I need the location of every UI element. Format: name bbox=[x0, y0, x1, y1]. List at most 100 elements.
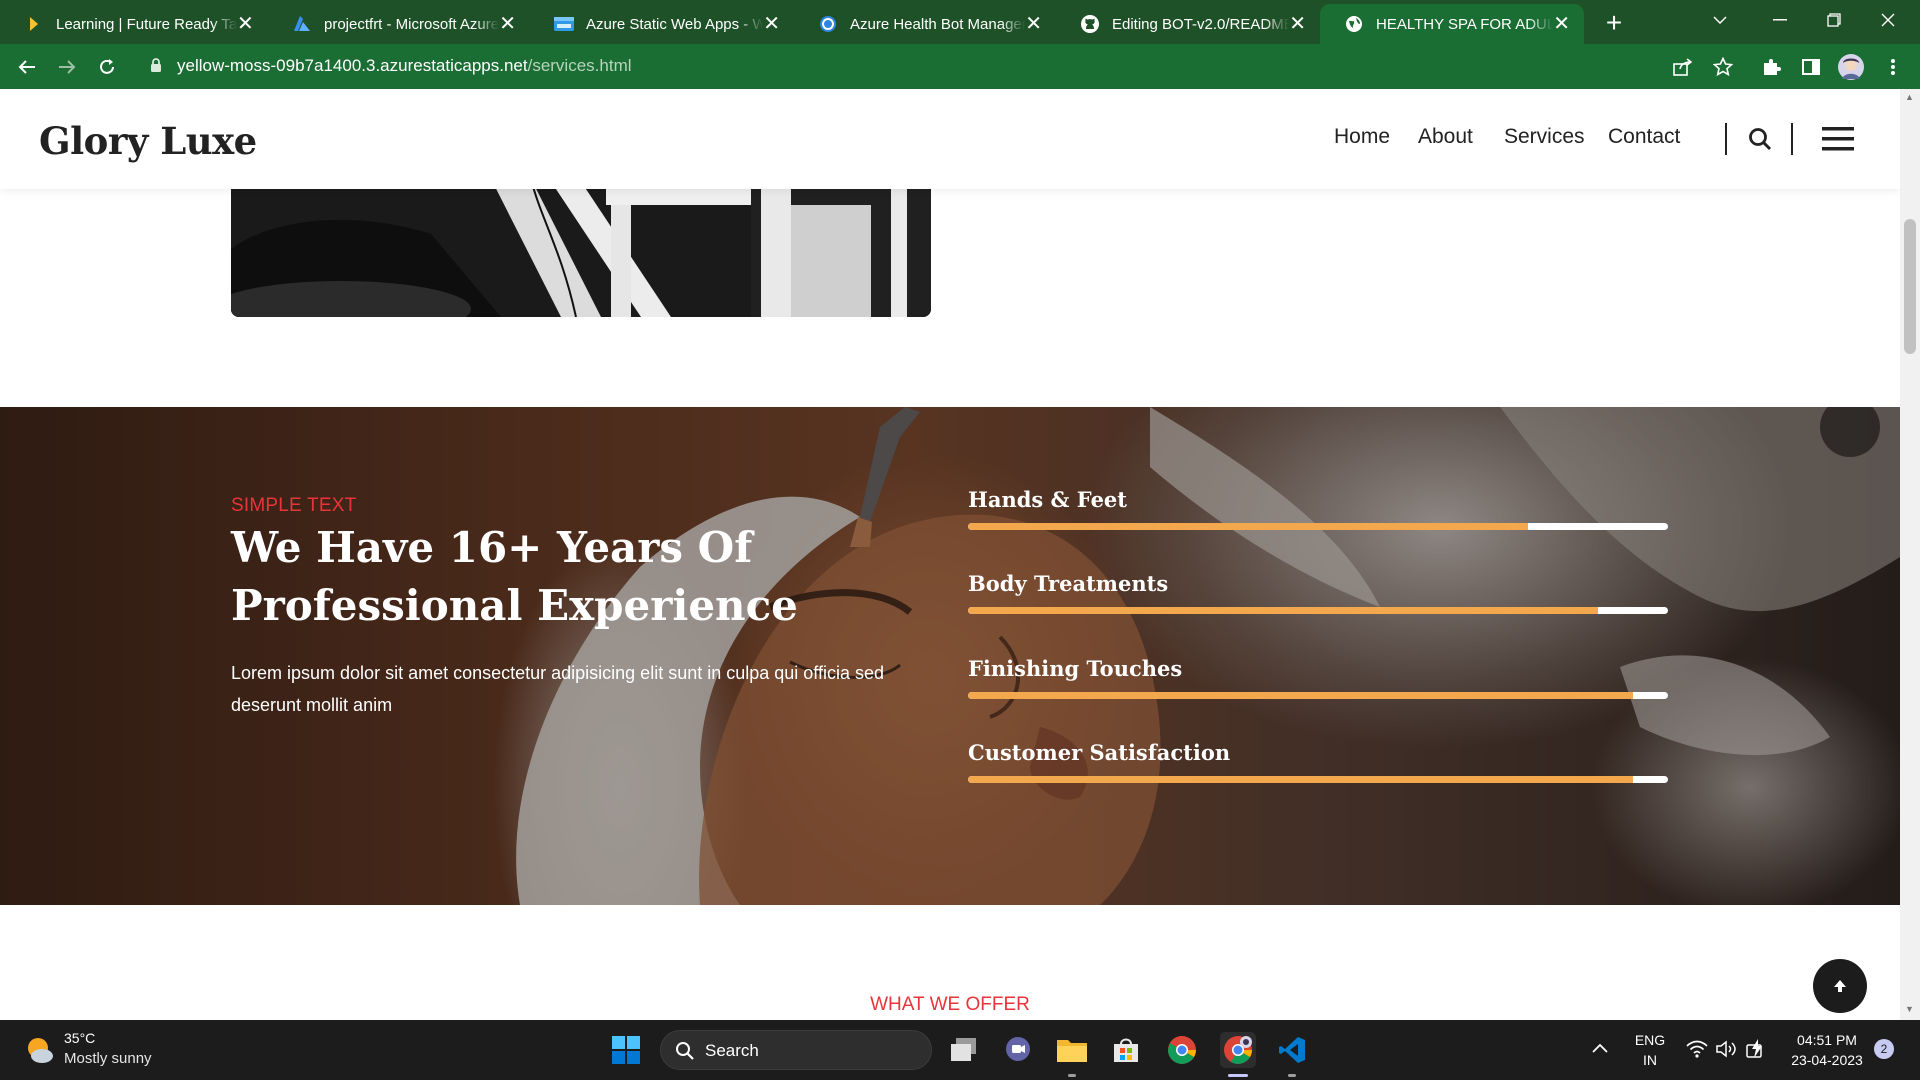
skill-hands-feet: Hands & Feet bbox=[968, 487, 1668, 530]
tab-learning[interactable]: Learning | Future Ready Talent ✕ bbox=[0, 4, 268, 44]
arrow-up-icon bbox=[1834, 980, 1846, 992]
teams-chat-icon[interactable] bbox=[1000, 1032, 1036, 1068]
reload-icon[interactable] bbox=[90, 50, 124, 84]
taskbar-search-label: Search bbox=[705, 1041, 759, 1060]
static-web-apps-icon bbox=[554, 14, 574, 34]
page-viewport: Glory Luxe Home About Services Contact S… bbox=[0, 89, 1900, 1020]
chrome-profile-icon[interactable] bbox=[1220, 1032, 1256, 1068]
health-bot-icon bbox=[818, 14, 838, 34]
windows-start-icon[interactable] bbox=[608, 1032, 644, 1068]
skill-finishing-touches: Finishing Touches bbox=[968, 656, 1668, 699]
tab-github[interactable]: Editing BOT-v2.0/README.md ✕ bbox=[1056, 4, 1320, 44]
weather-description[interactable]: Mostly sunny bbox=[64, 1050, 152, 1067]
back-arrow-icon[interactable] bbox=[10, 50, 44, 84]
hamburger-menu-icon[interactable] bbox=[1822, 127, 1854, 151]
nav-services[interactable]: Services bbox=[1504, 125, 1585, 155]
close-icon[interactable]: ✕ bbox=[1025, 14, 1042, 34]
skill-progress-track bbox=[968, 692, 1668, 699]
skill-body-treatments: Body Treatments bbox=[968, 571, 1668, 614]
battery-charging-icon[interactable] bbox=[1746, 1038, 1768, 1065]
site-header: Glory Luxe Home About Services Contact bbox=[0, 89, 1900, 189]
scroll-up-arrow-icon[interactable]: ▲ bbox=[1905, 92, 1914, 102]
language-region: IN bbox=[1643, 1052, 1657, 1068]
weather-sun-icon[interactable] bbox=[24, 1034, 56, 1066]
scroll-down-arrow-icon[interactable]: ▼ bbox=[1905, 1004, 1914, 1014]
app-running-indicator bbox=[1068, 1074, 1076, 1077]
taskbar-search-box[interactable]: Search bbox=[660, 1030, 932, 1070]
search-icon[interactable] bbox=[1748, 127, 1772, 151]
nav-about[interactable]: About bbox=[1418, 125, 1473, 155]
window-close-icon[interactable] bbox=[1860, 0, 1916, 40]
url-path: /services.html bbox=[527, 56, 632, 75]
extensions-icon[interactable] bbox=[1754, 50, 1788, 84]
section-lead-text: Lorem ipsum dolor sit amet consectetur a… bbox=[231, 663, 885, 715]
url-host: yellow-moss-09b7a1400.3.azurestaticapps.… bbox=[177, 56, 528, 75]
azure-icon bbox=[292, 14, 312, 34]
chrome-icon[interactable] bbox=[1164, 1032, 1200, 1068]
scroll-to-top-button[interactable] bbox=[1813, 959, 1867, 1013]
tab-title: HEALTHY SPA FOR ADULTS bbox=[1376, 15, 1554, 33]
chevron-up-icon[interactable] bbox=[1592, 1040, 1612, 1060]
nav-divider bbox=[1791, 123, 1793, 155]
language-code: ENG bbox=[1634, 1032, 1666, 1048]
share-icon[interactable] bbox=[1666, 50, 1700, 84]
restore-icon[interactable] bbox=[1806, 0, 1862, 40]
scrollbar-thumb[interactable] bbox=[1904, 219, 1916, 354]
browser-tab-bar: Learning | Future Ready Talent ✕ project… bbox=[0, 0, 1920, 44]
globe-icon bbox=[1344, 14, 1364, 34]
learning-icon bbox=[24, 14, 44, 34]
app-active-indicator bbox=[1228, 1074, 1248, 1077]
close-icon[interactable]: ✕ bbox=[763, 14, 780, 34]
weather-temperature[interactable]: 35°C bbox=[64, 1030, 95, 1046]
tab-healthy-spa[interactable]: HEALTHY SPA FOR ADULTS ✕ bbox=[1320, 4, 1584, 44]
skill-progress-fill bbox=[968, 692, 1633, 699]
section-headline: We Have 16+ Years Of Professional Experi… bbox=[231, 523, 798, 630]
tab-search-icon[interactable] bbox=[1692, 0, 1748, 40]
clock[interactable]: 04:51 PM 23-04-2023 bbox=[1784, 1030, 1870, 1070]
skill-name: Body Treatments bbox=[968, 571, 1169, 596]
skill-name: Customer Satisfaction bbox=[968, 740, 1231, 765]
nav-divider bbox=[1725, 123, 1727, 155]
notification-badge[interactable]: 2 bbox=[1874, 1039, 1894, 1059]
vscode-icon[interactable] bbox=[1274, 1032, 1310, 1068]
tab-health-bot[interactable]: Azure Health Bot Management ✕ bbox=[794, 4, 1056, 44]
tab-title: Azure Static Web Apps - Welcome bbox=[586, 15, 764, 33]
skill-progress-track bbox=[968, 523, 1668, 530]
lock-icon[interactable] bbox=[150, 58, 162, 78]
site-logo[interactable]: Glory Luxe bbox=[39, 119, 257, 163]
close-icon[interactable]: ✕ bbox=[237, 14, 254, 34]
github-icon bbox=[1080, 14, 1100, 34]
tab-static-web-apps[interactable]: Azure Static Web Apps - Welcome ✕ bbox=[530, 4, 794, 44]
app-running-indicator bbox=[1288, 1074, 1296, 1077]
volume-icon[interactable] bbox=[1716, 1040, 1738, 1063]
nav-home[interactable]: Home bbox=[1334, 125, 1390, 155]
language-indicator[interactable]: ENG IN bbox=[1632, 1030, 1668, 1070]
wifi-icon[interactable] bbox=[1686, 1040, 1708, 1063]
side-panel-icon[interactable] bbox=[1794, 50, 1828, 84]
profile-avatar[interactable] bbox=[1834, 50, 1868, 84]
close-icon[interactable]: ✕ bbox=[499, 14, 516, 34]
close-icon[interactable]: ✕ bbox=[1289, 14, 1306, 34]
page-scrollbar[interactable]: ▲ ▼ bbox=[1900, 89, 1920, 1020]
close-icon[interactable]: ✕ bbox=[1553, 14, 1570, 34]
microsoft-store-icon[interactable] bbox=[1108, 1032, 1144, 1068]
tab-azure[interactable]: projectfrt - Microsoft Azure ✕ bbox=[268, 4, 530, 44]
search-icon bbox=[676, 1042, 694, 1060]
url-text[interactable]: yellow-moss-09b7a1400.3.azurestaticapps.… bbox=[177, 55, 632, 77]
clock-time: 04:51 PM bbox=[1797, 1032, 1857, 1048]
windows-taskbar: 35°C Mostly sunny Search ENG IN 04:51 PM… bbox=[0, 1020, 1920, 1080]
bookmark-star-icon[interactable] bbox=[1706, 50, 1740, 84]
file-explorer-icon[interactable] bbox=[1054, 1032, 1090, 1068]
task-view-icon[interactable] bbox=[946, 1032, 982, 1068]
skill-progress-track bbox=[968, 607, 1668, 614]
new-tab-button[interactable]: + bbox=[1598, 7, 1630, 39]
tab-title: Azure Health Bot Management bbox=[850, 15, 1025, 33]
nav-contact[interactable]: Contact bbox=[1608, 125, 1680, 155]
skill-customer-satisfaction: Customer Satisfaction bbox=[968, 740, 1668, 783]
minimize-icon[interactable] bbox=[1752, 0, 1808, 40]
forward-arrow-icon[interactable] bbox=[50, 50, 84, 84]
tab-title: Learning | Future Ready Talent bbox=[56, 15, 237, 33]
skill-name: Finishing Touches bbox=[968, 656, 1183, 681]
offer-section-label: WHAT WE OFFER bbox=[870, 994, 1030, 1015]
browser-menu-icon[interactable] bbox=[1876, 50, 1910, 84]
